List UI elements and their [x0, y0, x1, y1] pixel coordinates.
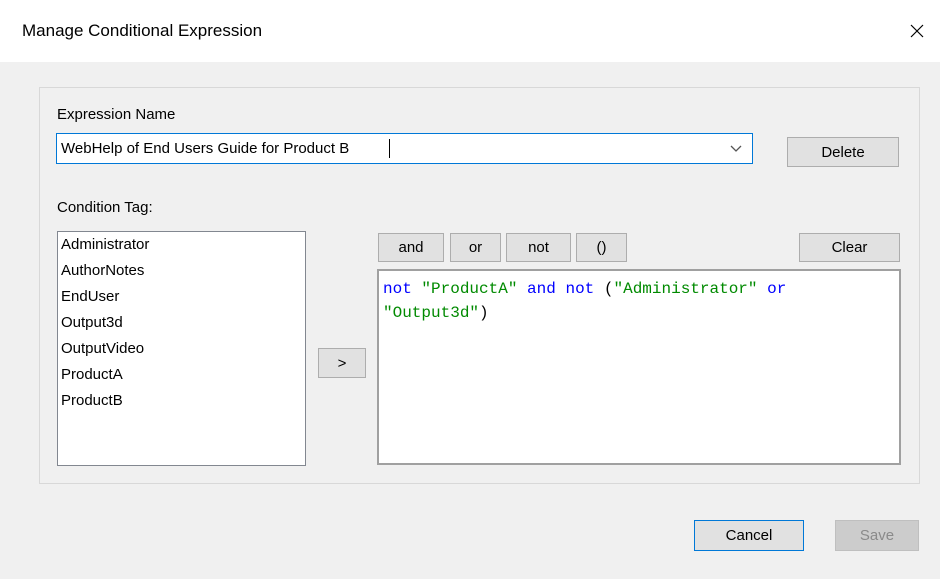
expression-name-value: WebHelp of End Users Guide for Product B — [61, 140, 350, 157]
expression-token — [412, 280, 422, 298]
expression-editor[interactable]: not "ProductA" and not ("Administrator" … — [377, 269, 901, 465]
expression-line-1: not "ProductA" and not ("Administrator" … — [383, 277, 895, 301]
list-item[interactable]: Output3d — [58, 310, 305, 336]
expression-line-2: "Output3d") — [383, 301, 895, 325]
expression-token: or — [767, 280, 787, 298]
text-caret — [389, 139, 390, 158]
list-item[interactable]: Administrator — [58, 232, 305, 258]
window-title: Manage Conditional Expression — [22, 21, 263, 40]
list-item[interactable]: OutputVideo — [58, 336, 305, 362]
clear-button[interactable]: Clear — [799, 233, 900, 262]
not-button[interactable]: not — [506, 233, 571, 262]
expression-token: ) — [479, 304, 489, 322]
expression-token: not — [383, 280, 412, 298]
condition-tag-list[interactable]: Administrator AuthorNotes EndUser Output… — [57, 231, 306, 466]
close-icon — [910, 24, 924, 38]
expression-token: ( — [594, 280, 614, 298]
close-button[interactable] — [894, 0, 940, 62]
expression-token: not — [565, 280, 595, 298]
list-item[interactable]: AuthorNotes — [58, 258, 305, 284]
delete-button[interactable]: Delete — [787, 137, 899, 167]
expression-token: "Output3d" — [383, 304, 480, 322]
expression-name-label: Expression Name — [57, 106, 176, 123]
chevron-down-icon[interactable] — [730, 145, 742, 153]
title-bar: Manage Conditional Expression — [0, 0, 940, 62]
expression-token: "Administrator" — [613, 280, 758, 298]
condition-tag-label: Condition Tag: — [57, 199, 153, 216]
or-button[interactable]: or — [450, 233, 501, 262]
expression-name-combobox[interactable]: WebHelp of End Users Guide for Product B — [56, 133, 753, 164]
and-button[interactable]: and — [378, 233, 444, 262]
cancel-button[interactable]: Cancel — [694, 520, 804, 551]
save-button[interactable]: Save — [835, 520, 919, 551]
add-tag-button[interactable]: > — [318, 348, 366, 378]
parentheses-button[interactable]: () — [576, 233, 627, 262]
expression-token: and — [527, 280, 556, 298]
expression-token — [517, 280, 527, 298]
expression-token: "ProductA" — [421, 280, 518, 298]
list-item[interactable]: ProductA — [58, 362, 305, 388]
list-item[interactable]: EndUser — [58, 284, 305, 310]
list-item[interactable]: ProductB — [58, 388, 305, 414]
expression-token — [758, 280, 768, 298]
